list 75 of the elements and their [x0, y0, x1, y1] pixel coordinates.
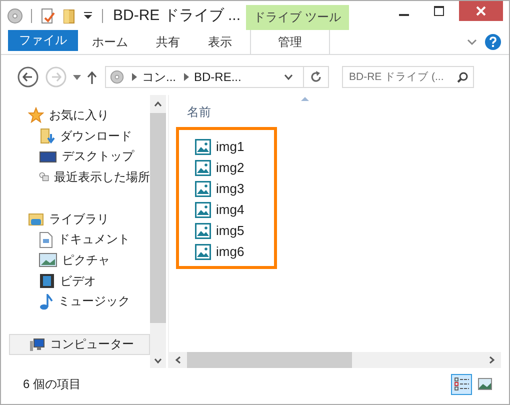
document-icon — [39, 232, 53, 248]
search-icon — [457, 72, 468, 82]
nav-item[interactable]: ダウンロード — [9, 126, 150, 146]
help-icon[interactable] — [485, 34, 501, 50]
contextual-tab-header: ドライブ ツール — [246, 5, 349, 30]
file-name[interactable]: img5 — [216, 223, 244, 238]
back-icon[interactable] — [17, 66, 39, 88]
address-dropdown-icon[interactable] — [284, 74, 293, 80]
column-header[interactable]: 名前 — [187, 104, 211, 121]
breadcrumb[interactable]: コン... — [142, 68, 176, 86]
desktop-icon — [39, 150, 57, 164]
ribbon-tab[interactable]: ファイル — [8, 30, 78, 51]
minimize-icon — [399, 14, 409, 16]
sort-ascending-icon — [301, 97, 309, 101]
nav-item[interactable]: コンピューター — [9, 334, 150, 355]
file-name[interactable]: img6 — [216, 244, 244, 259]
vertical-scrollbar[interactable] — [150, 95, 166, 368]
scroll-down-icon[interactable] — [154, 358, 162, 364]
search-field[interactable]: BD-RE ドライブ (... — [342, 66, 474, 88]
recent-dropdown-icon[interactable] — [73, 74, 81, 80]
ribbon-tab[interactable]: 共有 — [142, 30, 194, 54]
up-arrow-icon[interactable] — [87, 70, 97, 84]
nav-item[interactable]: デスクトップ — [9, 146, 150, 168]
ribbon-tab[interactable]: 表示 — [194, 30, 246, 54]
details-view-button[interactable] — [451, 374, 472, 394]
file-name[interactable]: img3 — [216, 181, 244, 196]
file-name[interactable]: img1 — [216, 139, 244, 154]
nav-item[interactable]: お気に入り — [9, 105, 150, 126]
close-button[interactable] — [459, 1, 503, 21]
image-file-icon — [195, 222, 211, 238]
computer-icon — [29, 336, 45, 353]
refresh-icon — [310, 71, 322, 83]
library-folder-icon — [28, 211, 44, 228]
details-view-icon — [454, 377, 470, 391]
properties-icon[interactable] — [40, 8, 56, 24]
close-icon — [476, 6, 486, 16]
nav-item[interactable]: ビデオ — [9, 270, 150, 292]
ribbon-tab[interactable]: 管理 — [250, 30, 330, 54]
image-file-icon — [195, 202, 211, 218]
file-name[interactable]: img4 — [216, 202, 244, 217]
disc-icon — [110, 70, 124, 84]
folder-icon[interactable] — [61, 8, 77, 24]
disc-icon[interactable] — [7, 8, 23, 24]
scroll-thumb[interactable] — [187, 352, 352, 368]
film-icon — [39, 273, 55, 290]
scroll-up-icon[interactable] — [154, 101, 162, 107]
scroll-right-icon[interactable] — [489, 356, 495, 364]
large-icons-view-icon — [478, 378, 492, 390]
expand-ribbon-icon[interactable] — [467, 38, 477, 46]
nav-item[interactable]: 最近表示した場所 — [9, 167, 150, 188]
image-file-icon — [195, 138, 211, 154]
music-note-icon — [39, 294, 53, 310]
image-file-icon — [195, 180, 211, 196]
download-folder-icon — [39, 128, 55, 144]
image-file-icon — [195, 244, 211, 260]
window-title: BD-RE ドライブ ... — [113, 6, 241, 25]
nav-item[interactable]: ライブラリ — [9, 208, 150, 230]
image-file-icon — [195, 160, 211, 176]
scroll-thumb[interactable] — [150, 113, 166, 323]
ribbon-tab[interactable]: ホーム — [78, 30, 142, 54]
nav-item[interactable]: ドキュメント — [9, 229, 150, 250]
breadcrumb-arrow-icon[interactable] — [184, 73, 190, 81]
file-name[interactable]: img2 — [216, 160, 244, 175]
dropdown-icon[interactable] — [84, 12, 92, 20]
nav-item[interactable]: ミュージック — [9, 292, 150, 312]
star-icon — [28, 107, 44, 124]
breadcrumb[interactable]: BD-RE... — [194, 70, 242, 84]
breadcrumb-arrow-icon[interactable] — [132, 73, 137, 81]
picture-icon — [39, 253, 57, 268]
maximize-icon — [434, 6, 444, 16]
nav-item[interactable]: ピクチャ — [9, 250, 150, 271]
scroll-left-icon[interactable] — [175, 356, 181, 364]
item-count: 6 個の項目 — [23, 376, 82, 392]
address-bar[interactable]: コン... BD-RE... — [105, 66, 329, 88]
horizontal-scrollbar[interactable] — [169, 352, 501, 368]
